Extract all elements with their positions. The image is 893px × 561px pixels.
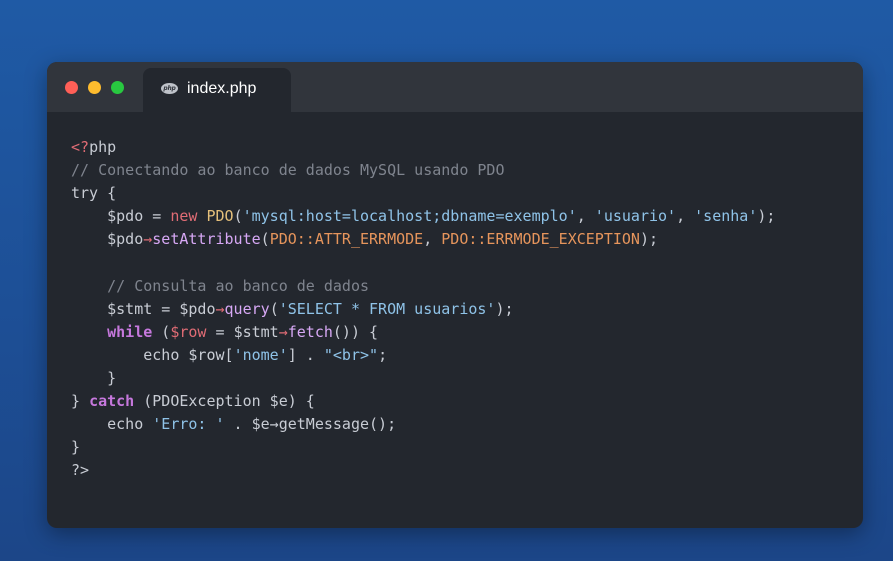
code-token: 'nome'	[233, 345, 288, 364]
code-token: 'mysql:host=localhost;dbname=exemplo'	[242, 207, 577, 226]
code-token: catch	[89, 392, 135, 411]
code-token: // Consulta ao banco de dados	[107, 276, 370, 295]
code-line: echo 'Erro: ' . $e→getMessage();	[71, 413, 775, 436]
code-token: query	[224, 299, 270, 318]
code-token: $pdo	[107, 207, 144, 226]
code-token: 'Erro: '	[152, 415, 225, 434]
code-token: ,	[576, 207, 595, 226]
code-token: try {	[71, 184, 117, 203]
code-token: (	[233, 207, 243, 226]
code-token: 'SELECT * FROM usuarios'	[278, 299, 496, 318]
code-token: →	[143, 230, 153, 249]
code-token: php	[89, 138, 117, 156]
code-token: new	[170, 207, 198, 226]
code-token: );	[639, 230, 659, 249]
close-button[interactable]	[65, 81, 78, 94]
code-token: setAttribute	[152, 230, 261, 249]
code-token: echo	[71, 415, 153, 434]
code-token: "<br>"	[323, 345, 379, 364]
code-token: echo $row[	[71, 345, 234, 364]
code-token: fetch	[287, 322, 333, 341]
code-line: while ($row = $stmt→fetch()) {	[71, 321, 775, 344]
minimize-button[interactable]	[88, 81, 101, 94]
title-bar: php index.php	[47, 62, 863, 112]
code-token: $pdo	[107, 230, 144, 249]
code-token: PDO::ERRMODE_EXCEPTION	[441, 230, 640, 249]
code-line: $pdo = new PDO('mysql:host=localhost;dbn…	[71, 205, 775, 228]
code-token: PDO::ATTR_ERRMODE	[269, 230, 424, 249]
code-line: try {	[71, 182, 775, 205]
code-line: echo $row['nome'] . "<br>";	[71, 344, 775, 367]
code-line: } catch (PDOException $e) {	[71, 390, 775, 413]
code-token: PDO	[206, 207, 234, 226]
code-token: ,	[676, 207, 695, 226]
code-token: // Conectando ao banco de dados MySQL us…	[71, 161, 505, 180]
code-token: =	[143, 207, 171, 226]
code-token: while	[107, 322, 153, 341]
code-token: =	[152, 299, 180, 318]
tab-label: index.php	[187, 80, 257, 97]
code-token: <?	[71, 138, 90, 156]
code-token: $row	[170, 322, 207, 341]
code-editor[interactable]: <?php // Conectando ao banco de dados MyS…	[71, 136, 775, 482]
code-token: ()) {	[332, 322, 379, 341]
code-token: ?>	[71, 461, 90, 480]
code-token: . $e→getMessage();	[224, 415, 397, 434]
code-token: =	[206, 322, 234, 341]
code-token: →	[278, 322, 288, 341]
code-token: }	[71, 438, 81, 457]
code-token: (	[269, 299, 279, 318]
code-token: );	[495, 299, 514, 318]
code-token: ;	[378, 345, 388, 364]
code-window: php index.php <?php// Conectando ao banc…	[47, 62, 863, 528]
code-token: ,	[423, 230, 442, 249]
code-line: // Consulta ao banco de dados	[71, 275, 775, 298]
code-token: }	[71, 368, 117, 387]
code-line: $stmt = $pdo→query('SELECT * FROM usuari…	[71, 298, 775, 321]
code-token: (	[260, 230, 270, 249]
code-token: 'usuario'	[594, 207, 677, 226]
code-line: }	[71, 367, 775, 390]
code-token: →	[215, 299, 225, 318]
code-token: $pdo	[179, 299, 216, 318]
code-line: <?php	[71, 136, 775, 159]
code-token: ] .	[287, 345, 324, 364]
code-token: (	[152, 322, 171, 341]
code-token: 'senha'	[694, 207, 758, 226]
code-token: $stmt	[233, 322, 279, 341]
code-token: (PDOException $e) {	[134, 392, 315, 411]
code-line: }	[71, 436, 775, 459]
php-icon: php	[161, 83, 178, 94]
maximize-button[interactable]	[111, 81, 124, 94]
code-token: $stmt	[107, 299, 153, 318]
code-token: }	[71, 392, 90, 411]
tab-index-php[interactable]: php index.php	[143, 68, 291, 112]
code-token: );	[757, 207, 776, 226]
code-line: ?>	[71, 459, 775, 482]
code-line: $pdo→setAttribute(PDO::ATTR_ERRMODE, PDO…	[71, 228, 775, 251]
code-line: // Conectando ao banco de dados MySQL us…	[71, 159, 775, 182]
